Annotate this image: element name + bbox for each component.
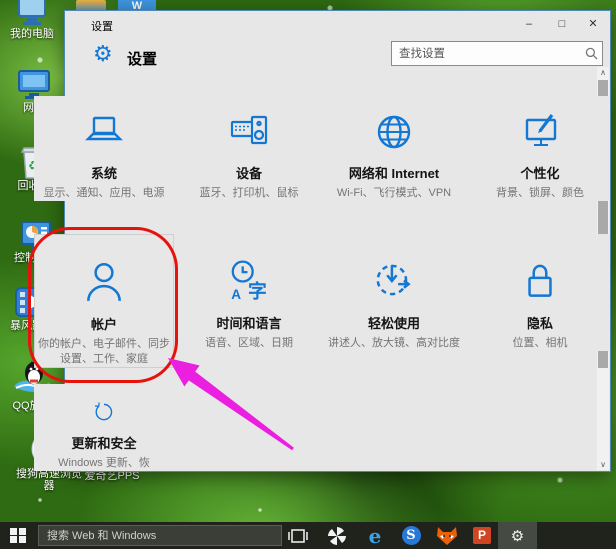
- task-view-button[interactable]: [283, 522, 313, 549]
- minimize-button[interactable]: –: [514, 11, 544, 37]
- windows-logo-icon: [10, 528, 26, 544]
- tile-title: 系统: [91, 163, 117, 182]
- sogou-icon: S: [402, 526, 421, 545]
- tile-accounts[interactable]: 帐户 你的帐户、电子邮件、同步设置、工作、家庭: [34, 234, 174, 368]
- scroll-up-icon[interactable]: ∧: [597, 67, 609, 78]
- tile-time-language[interactable]: A 字 时间和语言 语音、区域、日期: [179, 234, 319, 351]
- taskbar-search-input[interactable]: [38, 525, 282, 546]
- maximize-button[interactable]: □: [547, 11, 577, 37]
- task-view-icon: [287, 527, 309, 545]
- tile-title: 轻松使用: [368, 313, 420, 332]
- tile-subtitle: 语音、区域、日期: [205, 336, 293, 351]
- tile-ease-of-access[interactable]: 轻松使用 讲述人、放大镜、高对比度: [324, 234, 464, 351]
- screen: 我的电脑 网络 ♻ 回收站 控制面板 暴风影音: [0, 0, 616, 549]
- tile-title: 更新和安全: [71, 433, 136, 452]
- tile-personalization[interactable]: 个性化 背景、锁屏、颜色: [470, 96, 610, 201]
- partial-desktop-icon-word: W: [118, 0, 156, 10]
- tile-system[interactable]: 系统 显示、通知、应用、电源: [34, 96, 174, 201]
- gear-icon: ⚙: [511, 527, 524, 545]
- tile-subtitle: Wi-Fi、飞行模式、VPN: [337, 186, 451, 201]
- search-icon: [585, 47, 598, 60]
- edge-icon: e: [369, 526, 382, 546]
- tile-title: 帐户: [91, 314, 117, 333]
- tile-devices[interactable]: 设备 蓝牙、打印机、鼠标: [179, 96, 319, 201]
- update-refresh-icon: [81, 400, 127, 424]
- tile-network[interactable]: 网络和 Internet Wi-Fi、飞行模式、VPN: [324, 96, 464, 201]
- taskbar-app-pinwheel[interactable]: [322, 522, 352, 549]
- taskbar-app-edge[interactable]: e: [360, 522, 390, 549]
- settings-search-input[interactable]: [391, 41, 603, 66]
- partial-desktop-icon: [76, 0, 106, 10]
- pinwheel-icon: [327, 526, 347, 546]
- tile-title: 时间和语言: [216, 313, 281, 332]
- close-button[interactable]: ✕: [578, 11, 608, 37]
- tile-subtitle: 显示、通知、应用、电源: [44, 186, 165, 201]
- desktop-icon-label: 我的电脑: [10, 28, 54, 40]
- taskbar-app-powerpoint[interactable]: P: [467, 522, 497, 549]
- taskbar-app-settings-active[interactable]: ⚙: [498, 522, 537, 549]
- tile-title: 设备: [236, 163, 262, 182]
- svg-text:A: A: [231, 287, 241, 302]
- window-titlebar[interactable]: 设置 – □ ✕: [65, 11, 610, 37]
- tile-subtitle: 蓝牙、打印机、鼠标: [200, 186, 299, 201]
- lock-icon: [517, 258, 563, 304]
- tile-update-security[interactable]: 更新和安全 Windows 更新、恢: [34, 384, 174, 471]
- taskbar: e S P ⚙: [0, 522, 616, 549]
- computer-icon: [15, 0, 49, 28]
- globe-icon: [372, 110, 416, 154]
- ease-of-access-icon: [371, 258, 417, 304]
- fox-icon: [436, 526, 458, 546]
- tile-privacy[interactable]: 隐私 位置、相机: [470, 234, 610, 351]
- tile-subtitle: Windows 更新、恢: [58, 456, 150, 471]
- taskbar-app-fox[interactable]: [432, 522, 462, 549]
- powerpoint-icon: P: [473, 527, 491, 544]
- page-title: 设置: [127, 48, 157, 69]
- desktop-icon-my-computer[interactable]: 我的电脑: [0, 0, 64, 40]
- scroll-down-icon[interactable]: ∨: [597, 459, 609, 470]
- devices-icon: [227, 110, 271, 154]
- svg-text:字: 字: [248, 280, 267, 302]
- tile-subtitle: 你的帐户、电子邮件、同步设置、工作、家庭: [38, 337, 170, 367]
- tile-title: 隐私: [527, 313, 553, 332]
- person-icon: [81, 259, 127, 305]
- tile-subtitle: 背景、锁屏、颜色: [496, 186, 584, 201]
- personalization-icon: [518, 110, 562, 154]
- clock-language-icon: A 字: [226, 258, 272, 304]
- tile-title: 个性化: [520, 163, 559, 182]
- taskbar-app-sogou[interactable]: S: [396, 522, 426, 549]
- tile-title: 网络和 Internet: [349, 163, 439, 182]
- tile-subtitle: 讲述人、放大镜、高对比度: [328, 336, 460, 351]
- start-button[interactable]: [0, 522, 36, 549]
- tile-subtitle: 位置、相机: [513, 336, 568, 351]
- laptop-icon: [82, 110, 126, 154]
- window-title: 设置: [91, 18, 113, 34]
- settings-gear-icon: ⚙: [93, 43, 113, 65]
